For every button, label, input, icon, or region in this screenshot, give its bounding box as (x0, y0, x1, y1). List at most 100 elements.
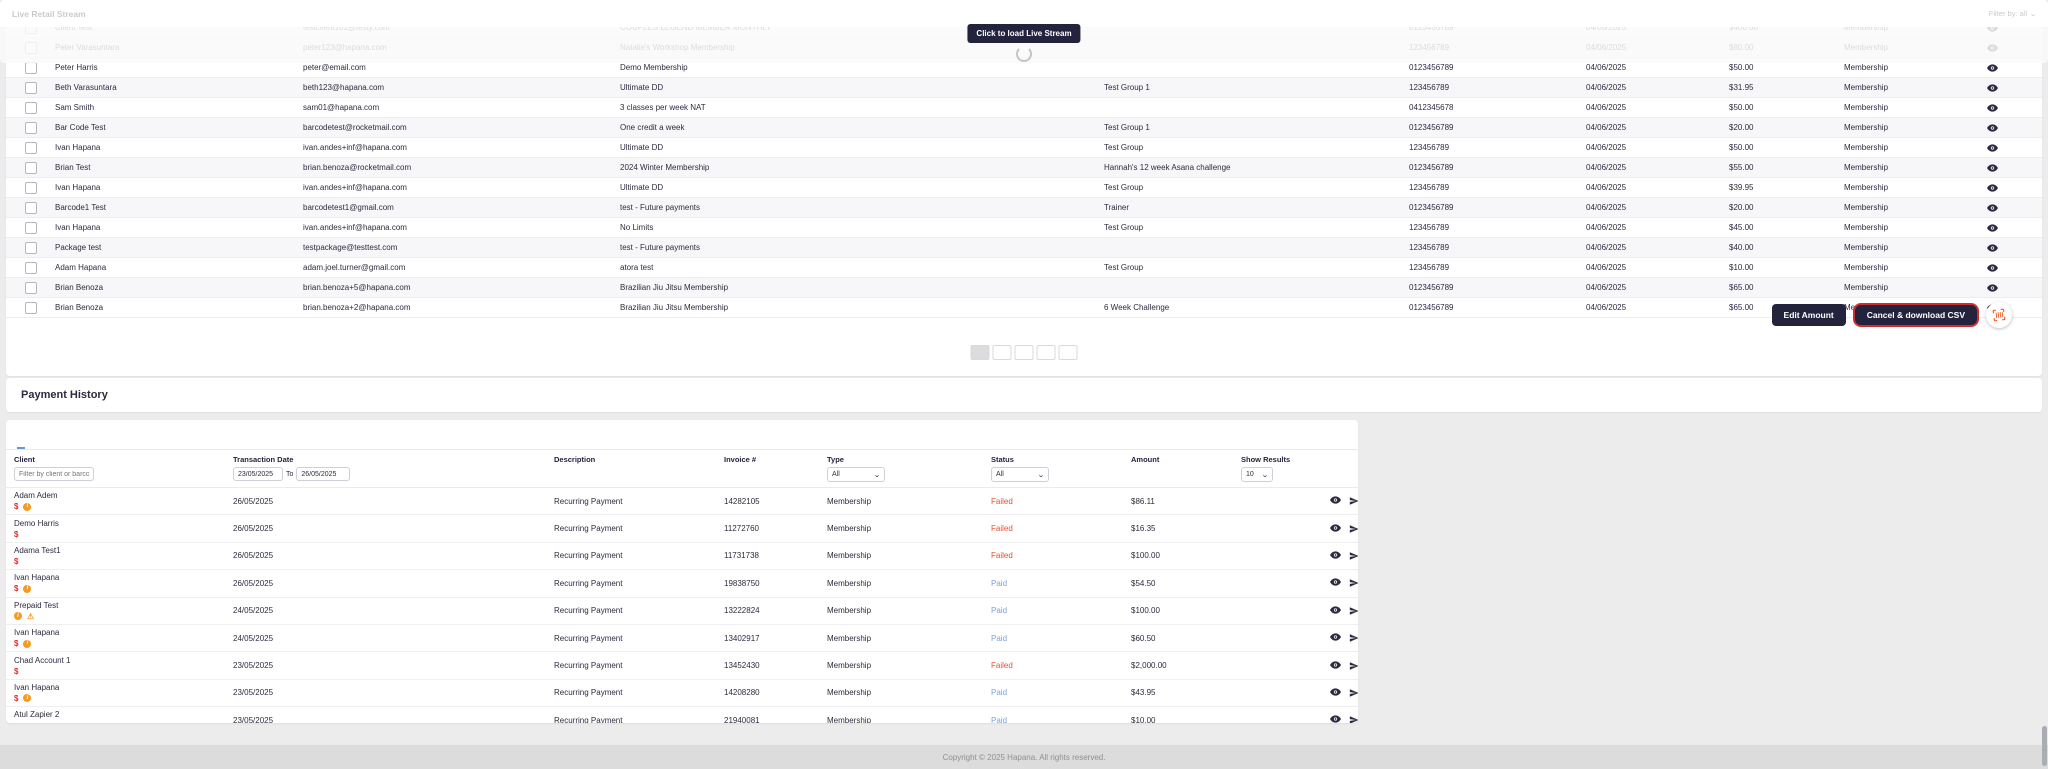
invoice-number: 13402917 (724, 634, 827, 643)
view-details-eye-icon[interactable] (1983, 184, 2042, 192)
table-row: Package test testpackage@testtest.com te… (6, 238, 2042, 258)
view-details-eye-icon[interactable] (1330, 661, 1341, 671)
page-footer: Copyright © 2025 Hapana. All rights rese… (0, 745, 2048, 769)
send-receipt-icon[interactable] (1349, 496, 1358, 506)
payment-date: 04/06/2025 (1586, 303, 1729, 312)
payment-description: Recurring Payment (554, 716, 724, 723)
view-details-eye-icon[interactable] (1330, 524, 1341, 534)
load-live-stream-tooltip[interactable]: Click to load Live Stream (967, 24, 1080, 43)
row-checkbox[interactable] (25, 82, 37, 94)
send-receipt-icon[interactable] (1349, 551, 1358, 561)
view-details-eye-icon[interactable] (1330, 551, 1341, 561)
vertical-scrollbar-thumb[interactable] (2042, 726, 2047, 766)
row-checkbox[interactable] (25, 182, 37, 194)
payment-amount: $2,000.00 (1131, 661, 1241, 670)
view-details-eye-icon[interactable] (1330, 715, 1341, 723)
view-details-eye-icon[interactable] (1983, 104, 2042, 112)
type-select[interactable]: All ⌄ (827, 467, 885, 482)
view-details-eye-icon[interactable] (1330, 606, 1341, 616)
table-row: Brian Benoza brian.benoza+2@hapana.com B… (6, 298, 2042, 318)
member-phone: 123456789 (1409, 243, 1586, 252)
type-select-value: All (832, 471, 840, 478)
payment-history-card: Payment History (6, 378, 2042, 412)
date-to-input[interactable] (296, 467, 350, 481)
membership-plan: test - Future payments (620, 243, 1104, 252)
live-stream-filter-link[interactable]: Filter by: all ⌄ (1989, 9, 2036, 18)
barcode-scan-button[interactable] (1984, 300, 2013, 329)
payment-description: Recurring Payment (554, 497, 724, 506)
cancel-download-csv-button[interactable]: Cancel & download CSV (1853, 303, 1979, 327)
live-stream-filter-label: Filter by: all (1989, 9, 2027, 18)
send-receipt-icon[interactable] (1349, 715, 1358, 723)
chevron-down-icon: ⌄ (2029, 10, 2037, 18)
payment-amount: $50.00 (1729, 63, 1844, 72)
member-phone: 123456789 (1409, 263, 1586, 272)
row-checkbox[interactable] (25, 162, 37, 174)
row-checkbox[interactable] (25, 302, 37, 314)
send-receipt-icon[interactable] (1349, 661, 1358, 671)
row-checkbox[interactable] (25, 262, 37, 274)
info-icon: i (23, 640, 31, 648)
date-to-word: To (286, 471, 293, 478)
view-details-eye-icon[interactable] (1983, 224, 2042, 232)
member-name: Brian Benoza (55, 283, 303, 292)
view-details-eye-icon[interactable] (1983, 164, 2042, 172)
payment-date: 04/06/2025 (1586, 103, 1729, 112)
view-details-eye-icon[interactable] (1330, 578, 1341, 588)
row-checkbox[interactable] (25, 202, 37, 214)
show-results-select[interactable]: 10 ⌄ (1241, 467, 1273, 482)
send-receipt-icon[interactable] (1349, 606, 1358, 616)
status-select[interactable]: All ⌄ (991, 467, 1049, 482)
member-name: Peter Harris (55, 63, 303, 72)
date-from-input[interactable] (233, 467, 283, 481)
pagination-button[interactable] (993, 345, 1012, 360)
edit-amount-button[interactable]: Edit Amount (1772, 304, 1846, 326)
send-receipt-icon[interactable] (1349, 688, 1358, 698)
table-row: Ivan Hapana ivan.andes+inf@hapana.com Ul… (6, 138, 2042, 158)
send-receipt-icon[interactable] (1349, 524, 1358, 534)
member-name: Brian Test (55, 163, 303, 172)
view-details-eye-icon[interactable] (1983, 64, 2042, 72)
view-details-eye-icon[interactable] (1983, 204, 2042, 212)
view-details-eye-icon[interactable] (1983, 264, 2042, 272)
row-checkbox[interactable] (25, 62, 37, 74)
payment-status: Failed (991, 497, 1131, 506)
row-checkbox[interactable] (25, 102, 37, 114)
row-checkbox[interactable] (25, 242, 37, 254)
payment-amount: $45.00 (1729, 223, 1844, 232)
membership-plan: Demo Membership (620, 63, 1104, 72)
send-receipt-icon[interactable] (1349, 578, 1358, 588)
payment-amount: $43.95 (1131, 688, 1241, 697)
payment-type: Membership (1844, 223, 1983, 232)
client-name: Adama Test1 (14, 546, 233, 555)
description-column-label: Description (554, 455, 724, 464)
payment-status: Paid (991, 716, 1131, 723)
invoice-number: 21940081 (724, 716, 827, 723)
view-details-eye-icon[interactable] (1330, 496, 1341, 506)
membership-plan: test - Future payments (620, 203, 1104, 212)
row-checkbox[interactable] (25, 282, 37, 294)
pagination-button[interactable] (971, 345, 990, 360)
row-checkbox[interactable] (25, 122, 37, 134)
view-details-eye-icon[interactable] (1330, 688, 1341, 698)
row-checkbox[interactable] (25, 142, 37, 154)
view-details-eye-icon[interactable] (1983, 244, 2042, 252)
view-details-eye-icon[interactable] (1983, 144, 2042, 152)
client-column-label: Client (14, 455, 233, 464)
member-phone: 0123456789 (1409, 303, 1586, 312)
view-details-eye-icon[interactable] (1983, 124, 2042, 132)
payment-log-card: Client Transaction Date To Description I… (6, 420, 1358, 723)
view-details-eye-icon[interactable] (1983, 84, 2042, 92)
member-phone: 123456789 (1409, 183, 1586, 192)
view-details-eye-icon[interactable] (1330, 633, 1341, 643)
pagination-button[interactable] (1037, 345, 1056, 360)
payment-log-row: Prepaid Test i⚠ 24/05/2025 Recurring Pay… (6, 598, 1358, 625)
pagination-button[interactable] (1059, 345, 1078, 360)
row-checkbox[interactable] (25, 222, 37, 234)
view-details-eye-icon[interactable] (1983, 284, 2042, 292)
pagination-button[interactable] (1015, 345, 1034, 360)
client-name: Atul Zapier 2 (14, 710, 233, 719)
client-filter-input[interactable] (14, 467, 94, 481)
payment-amount: $16.35 (1131, 524, 1241, 533)
send-receipt-icon[interactable] (1349, 633, 1358, 643)
